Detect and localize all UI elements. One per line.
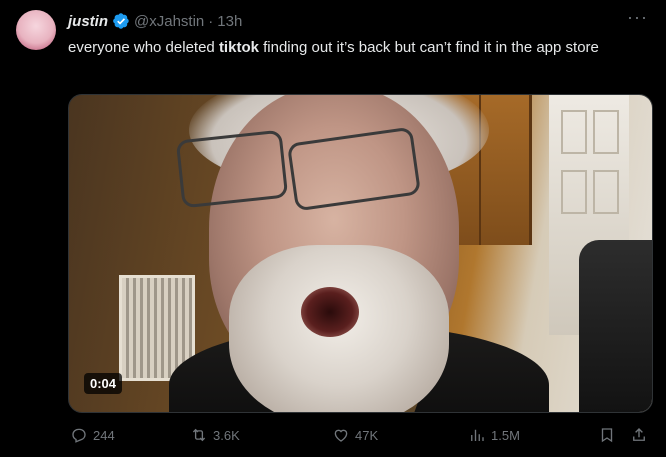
- tweet-text-after: finding out it’s back but can’t find it …: [258, 39, 599, 56]
- reply-icon: [72, 428, 86, 443]
- verified-icon: [113, 13, 129, 29]
- video-frame-mouth: [301, 287, 359, 337]
- like-icon: [334, 429, 348, 442]
- repost-count: 3.6K: [213, 427, 240, 443]
- share-button[interactable]: [630, 426, 648, 444]
- separator-dot: ·: [208, 12, 214, 30]
- share-icon: [633, 428, 645, 441]
- post-time[interactable]: 13h: [217, 13, 242, 30]
- like-count: 47K: [355, 427, 379, 443]
- views-count: 1.5M: [491, 427, 520, 443]
- tweet-header: justin @xJahstin · 13h: [68, 11, 242, 31]
- bookmark-icon: [601, 428, 613, 443]
- action-bar: 244 3.6K 47K 1.5M: [70, 426, 650, 446]
- video-player[interactable]: 0:04: [68, 94, 653, 413]
- video-frame-chair: [579, 240, 652, 412]
- author-name[interactable]: justin: [68, 13, 108, 30]
- repost-button[interactable]: 3.6K: [190, 426, 240, 444]
- author-handle[interactable]: @xJahstin: [134, 13, 204, 30]
- views-icon: [471, 429, 484, 441]
- video-duration: 0:04: [84, 373, 123, 394]
- repost-icon: [192, 428, 206, 442]
- reply-button[interactable]: 244: [70, 426, 115, 444]
- tweet-text-before: everyone who deleted: [68, 39, 219, 56]
- tweet-text: everyone who deleted tiktok finding out …: [68, 37, 653, 58]
- video-frame-glasses-left: [175, 129, 289, 209]
- more-icon[interactable]: ···: [627, 8, 648, 26]
- door-panel: [561, 170, 587, 214]
- bookmark-button[interactable]: [598, 426, 616, 444]
- reply-count: 244: [93, 427, 115, 443]
- tweet-text-bold: tiktok: [218, 39, 259, 56]
- video-frame-cabinet-door: [479, 95, 531, 245]
- views-button[interactable]: 1.5M: [468, 426, 520, 444]
- door-panel: [561, 110, 587, 154]
- avatar[interactable]: [16, 10, 56, 50]
- door-panel: [593, 110, 619, 154]
- door-panel: [593, 170, 619, 214]
- like-button[interactable]: 47K: [332, 426, 378, 444]
